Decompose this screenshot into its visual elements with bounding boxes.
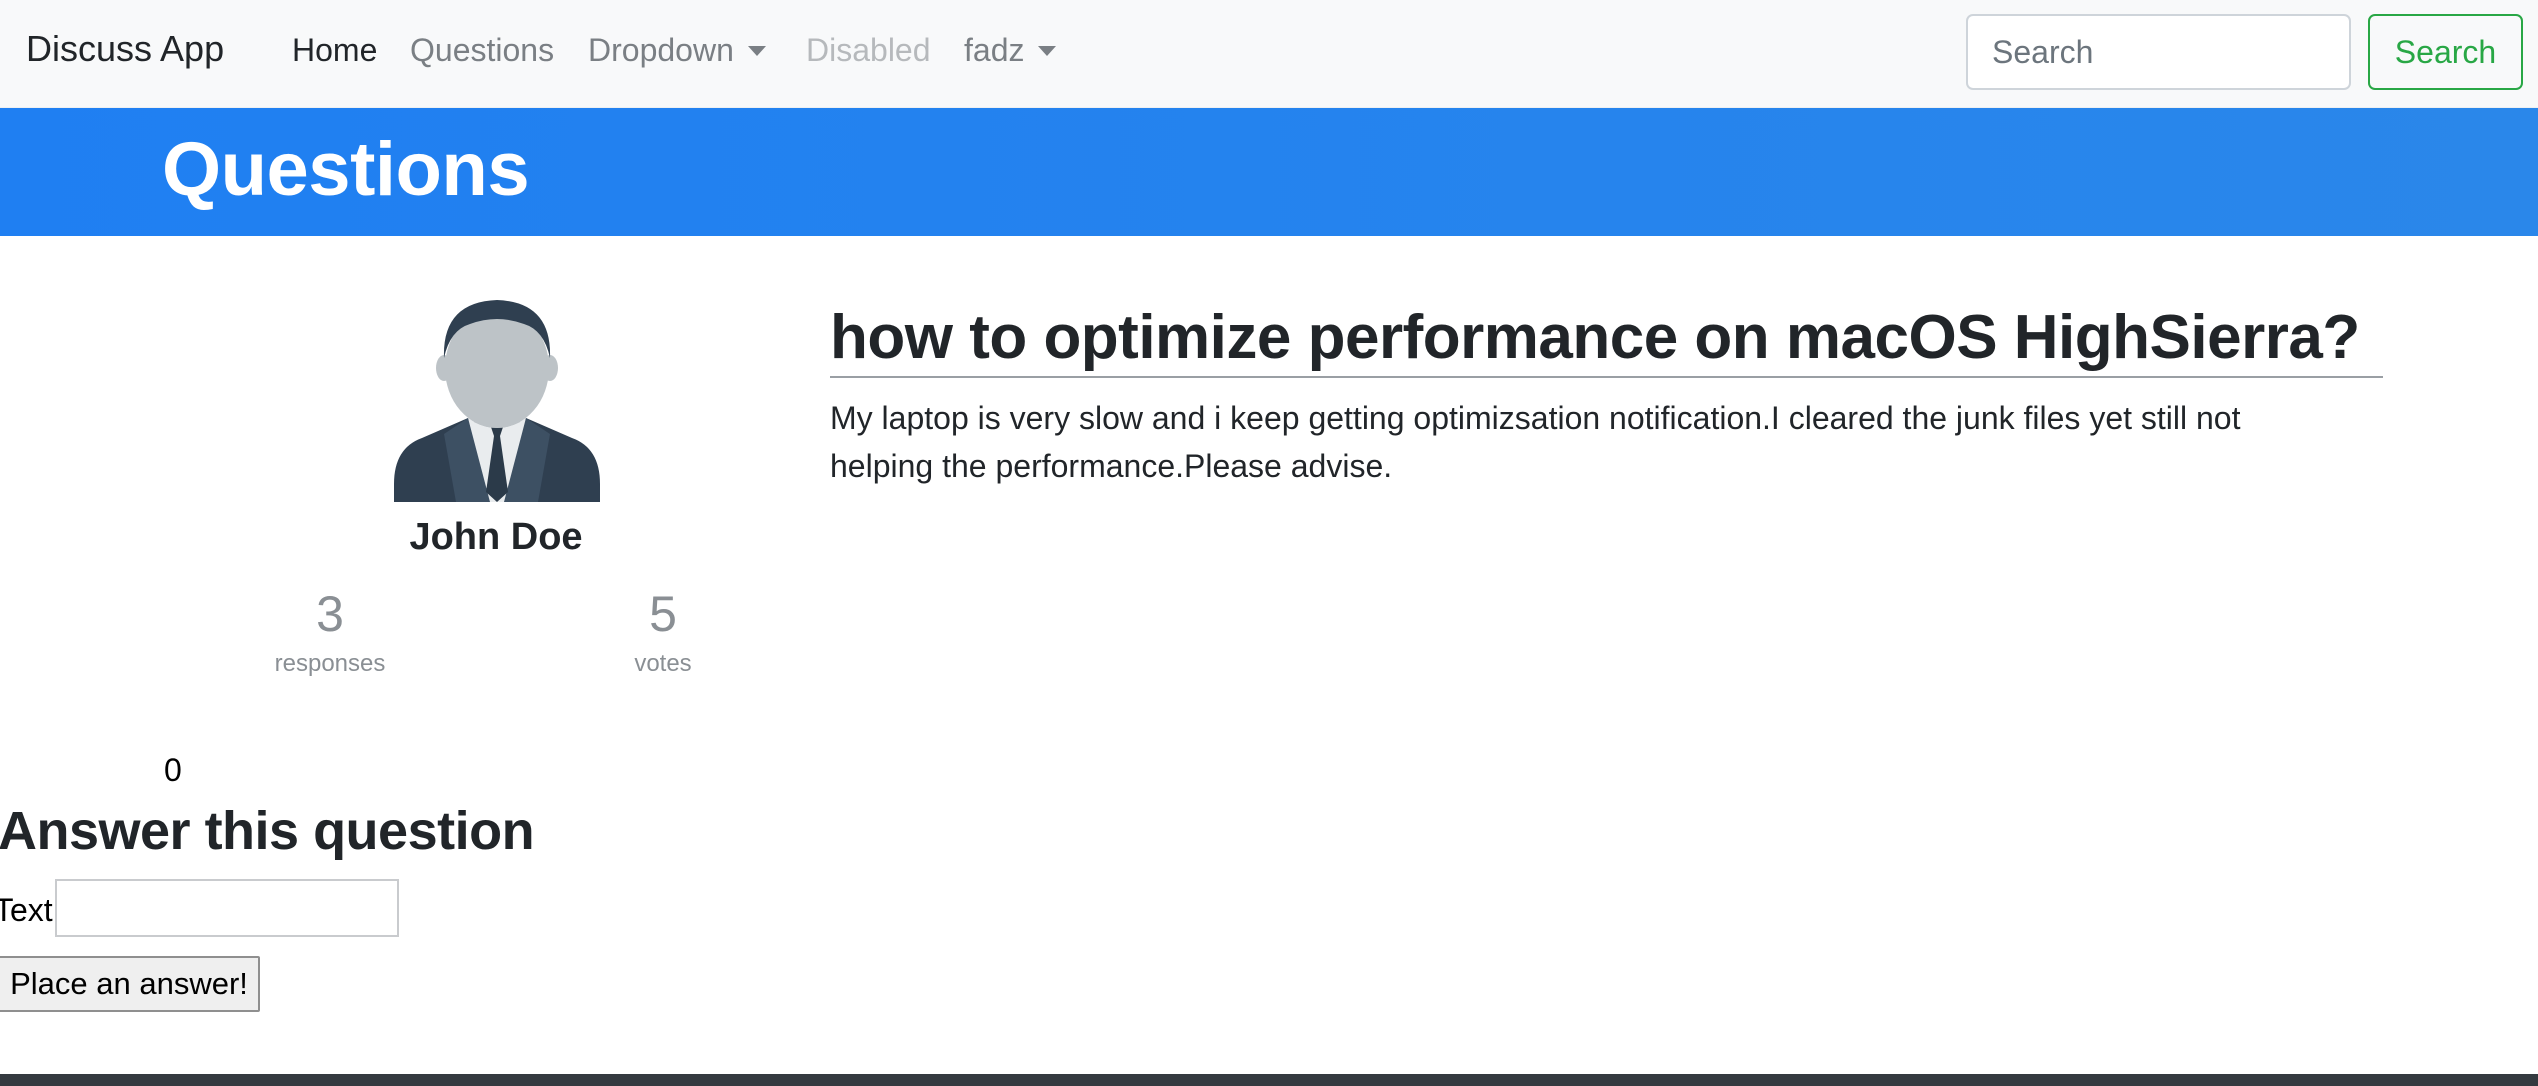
answer-text-input[interactable] (55, 879, 399, 937)
answer-text-label: Text (0, 892, 53, 928)
nav-user-label: fadz (964, 32, 1025, 68)
votes-label: votes (634, 650, 692, 677)
page-title: Questions (162, 127, 530, 212)
caret-down-icon (1038, 45, 1057, 56)
nav-disabled: Disabled (806, 32, 931, 69)
search-input[interactable] (1966, 14, 2351, 90)
place-answer-button[interactable]: Place an answer! (0, 956, 260, 1012)
nav-home[interactable]: Home (292, 32, 377, 69)
responses-stat: 3 responses (230, 584, 430, 678)
responses-count: 3 (316, 586, 344, 642)
page-header: Questions (0, 108, 2538, 236)
user-avatar-icon (394, 300, 600, 502)
brand-link[interactable]: Discuss App (26, 28, 224, 70)
caret-down-icon (747, 45, 766, 56)
nav-disabled-label: Disabled (806, 32, 931, 68)
search-button[interactable]: Search (2368, 14, 2523, 90)
author-name: John Doe (409, 516, 583, 558)
question-body: My laptop is very slow and i keep gettin… (830, 400, 2241, 484)
footer (0, 1074, 2538, 1086)
nav-dropdown-label: Dropdown (588, 32, 734, 68)
votes-count: 5 (649, 586, 677, 642)
answer-count: 0 (164, 752, 182, 788)
nav-home-label: Home (292, 32, 378, 68)
question-title: how to optimize performance on macOS Hig… (830, 302, 2383, 378)
answer-heading: Answer this question (0, 801, 535, 861)
nav-user-dropdown[interactable]: fadz (964, 32, 1057, 69)
nav-questions-label: Questions (410, 32, 555, 68)
responses-label: responses (274, 650, 386, 677)
nav-questions[interactable]: Questions (410, 32, 554, 69)
navbar: Discuss App Home Questions Dropdown Disa… (0, 0, 2538, 108)
votes-stat: 5 votes (563, 584, 763, 678)
nav-dropdown[interactable]: Dropdown (588, 32, 766, 69)
